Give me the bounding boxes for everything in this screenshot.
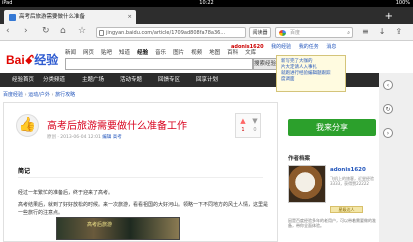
edit-link[interactable]: 编辑 [102, 135, 111, 140]
baidu-jingyan-logo[interactable]: Baiꗃ经验 [6, 51, 58, 68]
download-icon[interactable]: ↓ [379, 27, 396, 36]
nav-item[interactable]: 文库 [245, 50, 256, 56]
toolbar-actions: ≡↓⇪ [362, 27, 412, 36]
jingyan-search-input[interactable] [65, 58, 253, 70]
divider [18, 177, 263, 178]
thumbs-up-icon: 👍 [16, 114, 39, 137]
breadcrumb: 百度经验 › 运动/户外 › 旅行攻略 [3, 92, 76, 98]
nav-item[interactable]: 知道 [119, 50, 130, 56]
category-bar: 经验首页 分类频道 主题广场 活动专题 回馈专区 回享计划 [0, 73, 413, 87]
vote-down-count: 0 [253, 127, 257, 133]
breadcrumb-item[interactable]: 百度经验 [3, 92, 23, 98]
image-caption: 高考后旅游 [87, 222, 113, 228]
nav-item-active[interactable]: 经验 [137, 50, 148, 56]
category-item[interactable]: 回馈专区 [158, 73, 180, 87]
nav-item[interactable]: 网页 [83, 50, 94, 56]
favicon-icon [9, 14, 16, 21]
vote-box: ▲ 1 ▼ 0 [235, 113, 261, 138]
nav-item[interactable]: 新闻 [65, 50, 76, 56]
category-tag[interactable]: 高考 [113, 135, 122, 140]
dropdown-item[interactable]: 度调面 [281, 77, 341, 83]
section-title: 简记 [18, 168, 31, 175]
nav-item[interactable]: 音乐 [155, 50, 166, 56]
author-heading: 作者档案 [288, 156, 311, 162]
clock: 10:22 [199, 0, 214, 6]
side-panel: 我来分享 作者档案 adonis1620 飞机上的旅客，近尝经验3333，获得赞… [288, 114, 376, 242]
username[interactable]: adonis1620 [231, 44, 264, 50]
browser-tab[interactable]: 高考后旅游需要做什么准备 × [4, 10, 136, 24]
nav-item[interactable]: 图片 [173, 50, 184, 56]
reader-button[interactable]: 阅读器 [249, 27, 271, 38]
nav-item[interactable]: 贴吧 [101, 50, 112, 56]
chevron-up-icon[interactable]: ‹ [383, 80, 393, 90]
breadcrumb-item[interactable]: 旅行攻略 [55, 92, 75, 98]
author-badge: 星级达人 [330, 206, 363, 213]
paragraph: 经过一年繁忙的准备后，终于迎来了高考。 [18, 190, 114, 196]
avatar[interactable] [288, 165, 326, 203]
tab-title: 高考后旅游需要做什么准备 [19, 14, 86, 20]
category-item[interactable]: 分类频道 [43, 73, 65, 87]
category-item[interactable]: 经验首页 [12, 73, 34, 87]
share-icon[interactable]: ⇪ [395, 27, 412, 36]
forward-icon[interactable]: › [24, 26, 28, 36]
category-item[interactable]: 回享计划 [196, 73, 218, 87]
search-placeholder: 百度 [290, 30, 301, 36]
article-image: 高考后旅游 [56, 217, 180, 240]
chevron-right-icon[interactable]: › [383, 128, 393, 138]
article-title: 高考后旅游需要做什么准备工作 [47, 121, 187, 132]
category-item[interactable]: 主题广场 [82, 73, 104, 87]
author-bio: 因是百度经验多年的老用户，可以带着需要做的准备，带你全面体验。 [288, 218, 376, 228]
status-bar: iPad 10:22 100% [0, 0, 413, 7]
battery-level: 100% [395, 0, 410, 6]
user-link[interactable]: 我的经验 [271, 44, 291, 50]
tab-bar: 高考后旅游需要做什么准备 × + [0, 7, 413, 24]
menu-icon[interactable]: ≡ [362, 27, 379, 36]
author-name[interactable]: adonis1620 [330, 167, 366, 173]
user-dropdown: 新写完了大咖的 片大定请人入事扎 就跑进行经验编辑题跟踪 度调面 [276, 55, 346, 92]
nav-item[interactable]: 百科 [227, 50, 238, 56]
share-button[interactable]: 我来分享 [288, 119, 376, 136]
star-icon[interactable]: ☆ [78, 26, 86, 36]
category-item[interactable]: 活动专题 [120, 73, 142, 87]
url-text: jingyan.baidu.com/article/1709ad808fa78a… [106, 30, 226, 36]
user-link[interactable]: 消息 [326, 44, 336, 50]
paw-icon: ꗃ [24, 53, 35, 67]
nav-item[interactable]: 地图 [209, 50, 220, 56]
refresh-icon[interactable]: ↻ [383, 104, 393, 114]
article-meta: 原创 · 2013-06-04 12:01 编辑 高考 [47, 135, 122, 140]
author-info: 飞机上的旅客，近尝经验3333，获得赞22222 [330, 176, 374, 186]
nav-item[interactable]: 视频 [191, 50, 202, 56]
back-icon[interactable]: ‹ [6, 26, 10, 36]
address-bar[interactable]: jingyan.baidu.com/article/1709ad808fa78a… [96, 27, 246, 38]
close-tab-icon[interactable]: × [127, 10, 132, 24]
paragraph: 高考结果后，就到了好好放松的时候。来一次旅游，看看祖国的大好河山。领略一下不同地… [18, 202, 269, 216]
search-icon[interactable]: ⌕ [347, 28, 350, 38]
vote-up-count: 1 [241, 127, 245, 133]
reload-icon[interactable]: ↻ [42, 26, 50, 36]
new-tab-icon[interactable]: + [385, 12, 393, 22]
right-gutter [379, 73, 413, 242]
google-icon [279, 30, 286, 36]
browser-toolbar: ‹ › ↻ ⌂ ☆ jingyan.baidu.com/article/1709… [0, 24, 413, 41]
user-link[interactable]: 我的任务 [299, 44, 319, 50]
breadcrumb-item[interactable]: 运动/户外 [28, 92, 50, 98]
site-header: Baiꗃ经验 新闻 网页 贴吧 知道 经验 音乐 图片 视频 地图 百科 文库 搜索经验 adoni… [0, 41, 413, 73]
search-input[interactable]: 百度 ⌕ [275, 27, 353, 38]
home-icon[interactable]: ⌂ [60, 26, 66, 36]
lock-icon [99, 30, 104, 36]
user-links: adonis1620 我的经验 我的任务 消息 [231, 43, 336, 50]
jingyan-search-button[interactable]: 搜索经验 [253, 58, 277, 70]
